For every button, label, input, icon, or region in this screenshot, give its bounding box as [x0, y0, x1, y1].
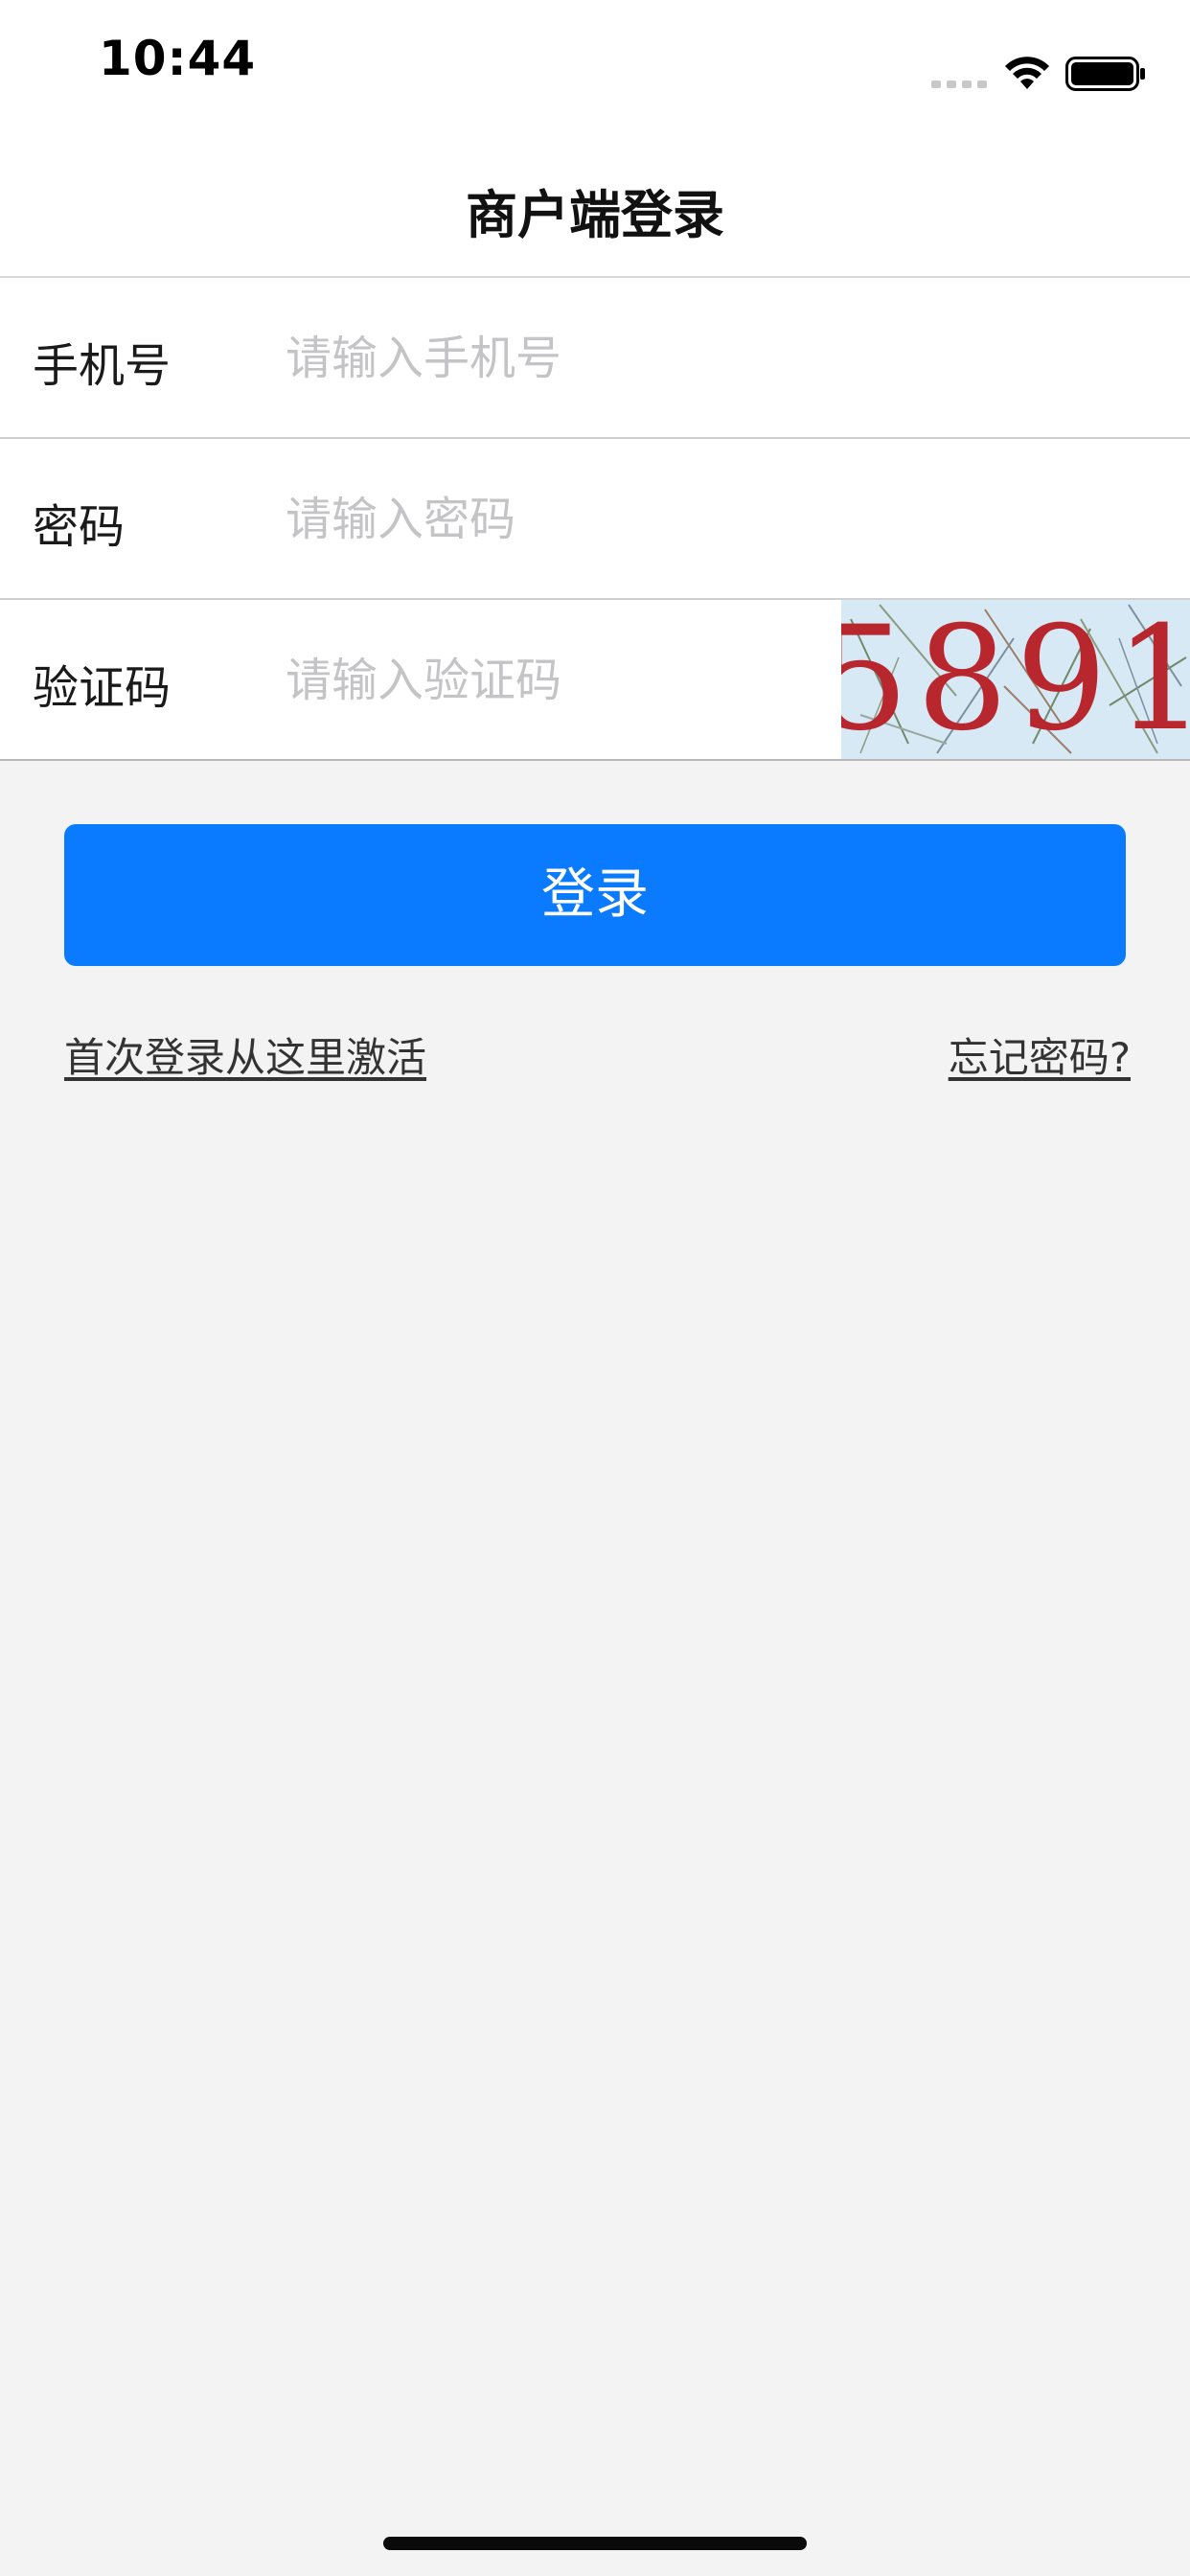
captcha-image[interactable]: 5891 — [841, 600, 1190, 759]
password-label: 密码 — [33, 500, 126, 554]
status-time: 10:44 — [99, 31, 257, 86]
phone-row: 手机号 — [0, 278, 1190, 439]
phone-label: 手机号 — [33, 339, 172, 393]
wifi-icon — [1005, 57, 1049, 89]
phone-input[interactable] — [286, 320, 822, 397]
password-row: 密码 — [0, 439, 1190, 600]
navigation-bar: 商户端登录 — [0, 134, 1190, 278]
battery-icon — [1065, 57, 1145, 91]
captcha-input[interactable] — [286, 642, 822, 719]
captcha-row: 验证码 5891 — [0, 600, 1190, 761]
home-indicator[interactable] — [383, 2537, 807, 2550]
login-form: 手机号 密码 验证码 5891 — [0, 278, 1190, 761]
status-bar: 10:44 — [0, 0, 1190, 134]
cellular-signal-icon — [931, 80, 987, 88]
page-title: 商户端登录 — [466, 185, 724, 245]
forgot-password-link[interactable]: 忘记密码? — [949, 1025, 1131, 1084]
captcha-code: 5891 — [841, 600, 1190, 759]
password-input[interactable] — [286, 481, 822, 558]
login-button[interactable]: 登录 — [64, 824, 1126, 966]
first-login-activate-link[interactable]: 首次登录从这里激活 — [64, 1025, 426, 1084]
captcha-label: 验证码 — [33, 661, 172, 715]
